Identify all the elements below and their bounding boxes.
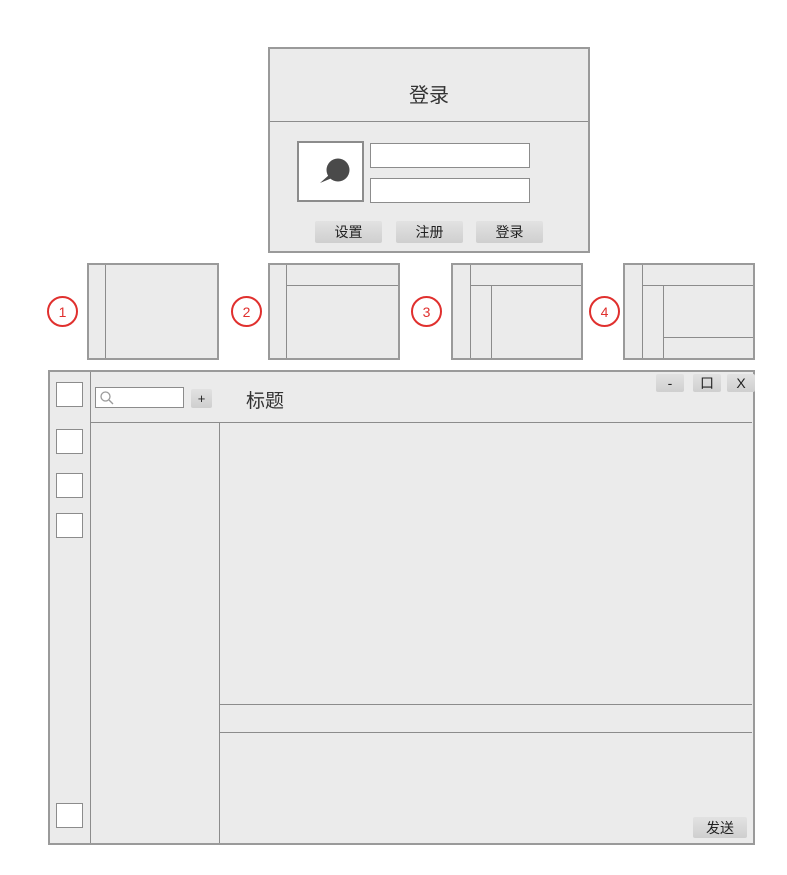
chat-bubble-icon <box>320 158 350 183</box>
sidebar-button-1[interactable] <box>56 382 83 407</box>
layout-4-sidebar-divider <box>642 265 643 358</box>
layout-3-sidebar-divider <box>470 265 471 358</box>
layout-3-thumbnail[interactable] <box>451 263 583 360</box>
layout-2-badge: 2 <box>231 296 262 327</box>
chat-title: 标题 <box>246 391 285 412</box>
login-button[interactable]: 登录 <box>476 221 543 243</box>
layout-4-input-divider <box>663 337 753 338</box>
layout-3-header-divider <box>470 285 581 286</box>
login-title: 登录 <box>409 85 449 107</box>
chat-window: + 标题 - 口 X 发送 <box>48 370 755 845</box>
layout-1-badge: 1 <box>47 296 78 327</box>
avatar[interactable] <box>297 141 364 202</box>
add-contact-button[interactable]: + <box>191 389 212 408</box>
minimize-button[interactable]: - <box>656 374 684 392</box>
toolbar-divider <box>219 732 752 733</box>
layout-1-sidebar-divider <box>105 265 106 358</box>
close-button[interactable]: X <box>727 374 755 392</box>
layout-2-thumbnail[interactable] <box>268 263 400 360</box>
message-area-divider <box>219 704 752 705</box>
contact-list-divider <box>219 422 220 843</box>
layout-3-list-divider <box>491 285 492 358</box>
search-icon <box>100 391 114 405</box>
register-button[interactable]: 注册 <box>396 221 463 243</box>
layout-3-badge: 3 <box>411 296 442 327</box>
login-header-divider <box>270 121 588 122</box>
search-input[interactable] <box>95 387 184 408</box>
maximize-button[interactable]: 口 <box>693 374 721 392</box>
layout-4-list-divider <box>663 285 664 358</box>
username-field[interactable] <box>370 143 530 168</box>
sidebar-button-bottom[interactable] <box>56 803 83 828</box>
header-divider <box>90 422 752 423</box>
layout-1-thumbnail[interactable] <box>87 263 219 360</box>
layout-2-header-divider <box>286 285 398 286</box>
layout-4-badge: 4 <box>589 296 620 327</box>
password-field[interactable] <box>370 178 530 203</box>
layout-4-header-divider <box>642 285 753 286</box>
icon-sidebar-divider <box>90 372 91 843</box>
layout-4-thumbnail[interactable] <box>623 263 755 360</box>
settings-button[interactable]: 设置 <box>315 221 382 243</box>
sidebar-button-2[interactable] <box>56 429 83 454</box>
layout-2-sidebar-divider <box>286 265 287 358</box>
sidebar-button-3[interactable] <box>56 473 83 498</box>
sidebar-button-4[interactable] <box>56 513 83 538</box>
login-dialog: 登录 设置 注册 登录 <box>268 47 590 253</box>
send-button[interactable]: 发送 <box>693 817 747 838</box>
